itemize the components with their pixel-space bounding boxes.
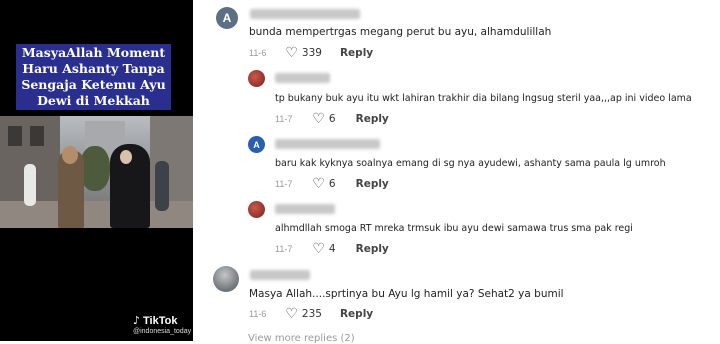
comment-date: 11-7 bbox=[275, 114, 293, 124]
building-window bbox=[30, 126, 44, 146]
heart-icon[interactable]: ♡ bbox=[285, 45, 298, 61]
video-title-line: Dewi di Mekkah bbox=[37, 93, 150, 108]
comment-actions: 11-7 ♡ 4 Reply bbox=[275, 241, 389, 257]
photo-avatar[interactable] bbox=[213, 266, 239, 292]
comment-actions: 11-7 ♡ 6 Reply bbox=[275, 111, 389, 127]
username-blurred[interactable] bbox=[275, 139, 380, 149]
video-title-line: Haru Ashanty Tanpa bbox=[22, 61, 165, 76]
letter-a-avatar[interactable]: A bbox=[216, 7, 238, 29]
photo-avatar[interactable] bbox=[248, 70, 265, 87]
tiktok-logo-text: TikTok bbox=[143, 314, 178, 327]
person-left-head bbox=[62, 146, 78, 164]
comment-text: tp bukany buk ayu itu wkt lahiran trakhi… bbox=[275, 93, 692, 104]
heart-icon[interactable]: ♡ bbox=[312, 241, 325, 257]
tiktok-icon: ♪ bbox=[133, 314, 141, 327]
like-count: 6 bbox=[328, 113, 336, 125]
comment-date: 11-7 bbox=[275, 179, 293, 189]
reply-button[interactable]: Reply bbox=[340, 47, 373, 59]
view-more-replies-link[interactable]: View more replies (2) bbox=[248, 333, 355, 344]
comment-date: 11-6 bbox=[249, 48, 267, 58]
video-title-line: Sengaja Ketemu Ayu bbox=[21, 77, 166, 92]
comment-actions: 11-7 ♡ 6 Reply bbox=[275, 176, 389, 192]
reply-button[interactable]: Reply bbox=[340, 308, 373, 320]
username-blurred[interactable] bbox=[275, 73, 330, 83]
heart-icon[interactable]: ♡ bbox=[285, 306, 298, 322]
username-blurred[interactable] bbox=[250, 270, 310, 280]
bystander-white bbox=[24, 164, 36, 206]
username-blurred[interactable] bbox=[275, 204, 335, 214]
comment-actions: 11-6 ♡ 235 Reply bbox=[249, 306, 373, 322]
like-count: 6 bbox=[328, 178, 336, 190]
comment-date: 11-7 bbox=[275, 244, 293, 254]
like-count: 4 bbox=[328, 243, 336, 255]
comment-text: bunda mempertrgas megang perut bu ayu, a… bbox=[249, 26, 552, 38]
watermark-username: @indonesia_today bbox=[133, 328, 192, 335]
building-window bbox=[8, 126, 22, 146]
tree bbox=[80, 146, 110, 191]
username-blurred[interactable] bbox=[250, 9, 360, 19]
avatar-letter: A bbox=[253, 139, 260, 150]
photo-avatar[interactable] bbox=[248, 201, 265, 218]
comments-panel[interactable]: A bunda mempertrgas megang perut bu ayu,… bbox=[193, 0, 720, 344]
comment-date: 11-6 bbox=[249, 309, 267, 319]
comment-text: baru kak kyknya soalnya emang di sg nya … bbox=[275, 158, 666, 169]
comment-text: alhmdllah smoga RT mreka trmsuk ibu ayu … bbox=[275, 223, 633, 234]
reply-button[interactable]: Reply bbox=[356, 113, 389, 125]
like-count: 235 bbox=[301, 308, 322, 320]
avatar-letter: A bbox=[222, 11, 232, 25]
comment-actions: 11-6 ♡ 339 Reply bbox=[249, 45, 373, 61]
heart-icon[interactable]: ♡ bbox=[312, 176, 325, 192]
video-title-card: MasyaAllah Moment Haru Ashanty Tanpa Sen… bbox=[16, 44, 171, 110]
bystander bbox=[155, 161, 169, 211]
like-count: 339 bbox=[301, 47, 322, 59]
heart-icon[interactable]: ♡ bbox=[312, 111, 325, 127]
video-frame[interactable] bbox=[0, 116, 193, 228]
comment-text: Masya Allah....sprtinya bu Ayu lg hamil … bbox=[249, 288, 564, 300]
video-title-line: MasyaAllah Moment bbox=[21, 45, 166, 60]
person-right-face bbox=[120, 150, 132, 164]
tiktok-watermark: ♪ TikTok @indonesia_today bbox=[133, 314, 191, 335]
letter-a-avatar[interactable]: A bbox=[248, 136, 265, 153]
reply-button[interactable]: Reply bbox=[356, 178, 389, 190]
reply-button[interactable]: Reply bbox=[356, 243, 389, 255]
video-panel[interactable]: MasyaAllah Moment Haru Ashanty Tanpa Sen… bbox=[0, 0, 193, 341]
